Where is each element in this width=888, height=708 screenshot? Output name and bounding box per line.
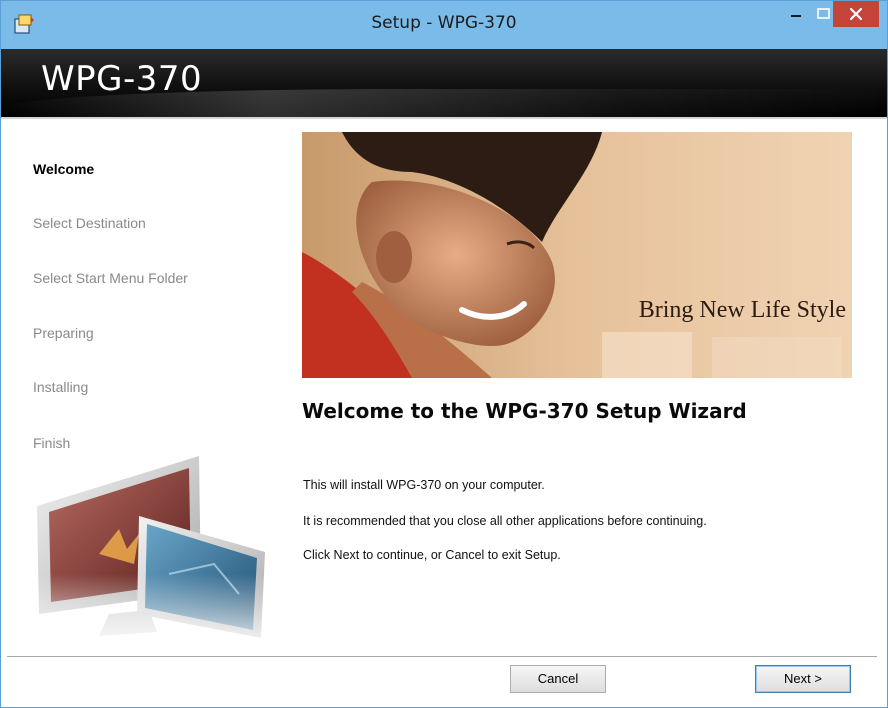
step-installing: Installing	[33, 379, 89, 395]
product-header-band: WPG-370	[1, 49, 887, 117]
welcome-heading: Welcome to the WPG-370 Setup Wizard	[302, 399, 747, 423]
wizard-steps-sidebar: Welcome Select Destination Select Start …	[1, 119, 289, 655]
window-title: Setup - WPG-370	[371, 13, 517, 33]
welcome-banner-image: Bring New Life Style	[302, 132, 852, 378]
title-bar[interactable]: Setup - WPG-370	[1, 1, 887, 49]
product-header-title: WPG-370	[41, 59, 203, 99]
cancel-button[interactable]: Cancel	[510, 665, 606, 693]
close-icon[interactable]	[833, 1, 879, 27]
step-select-destination: Select Destination	[33, 215, 146, 231]
info-paragraph-close-apps: It is recommended that you close all oth…	[303, 514, 707, 528]
step-select-start-menu-folder: Select Start Menu Folder	[33, 270, 188, 286]
banner-caption: Bring New Life Style	[638, 297, 846, 323]
setup-window: Setup - WPG-370 WPG-370 Welcome Select D…	[0, 0, 888, 708]
info-paragraph-instructions: Click Next to continue, or Cancel to exi…	[303, 548, 561, 562]
step-welcome: Welcome	[33, 161, 95, 177]
info-paragraph-install: This will install WPG-370 on your comput…	[303, 478, 545, 492]
monitors-illustration	[29, 456, 279, 654]
footer-divider	[7, 656, 877, 657]
next-button[interactable]: Next >	[755, 665, 851, 693]
step-finish: Finish	[33, 435, 71, 451]
minimize-icon[interactable]	[783, 1, 811, 31]
step-preparing: Preparing	[33, 325, 94, 341]
banner-photo	[302, 132, 852, 378]
